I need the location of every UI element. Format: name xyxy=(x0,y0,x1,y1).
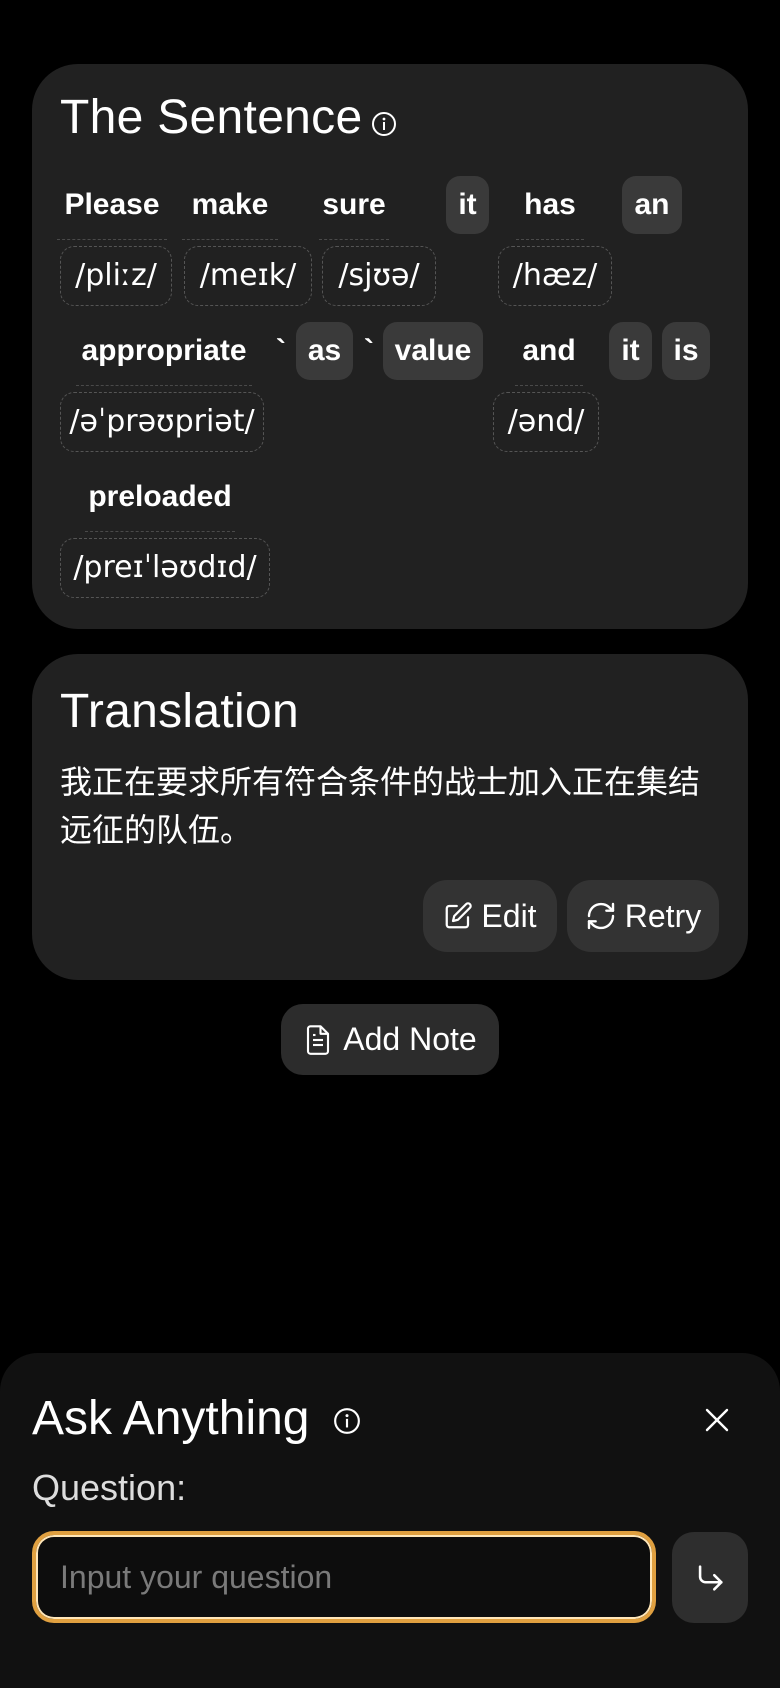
sentence-title: The Sentence xyxy=(60,90,362,145)
phonetic-and: /ənd/ xyxy=(493,392,599,452)
info-icon[interactable] xyxy=(371,111,397,137)
phonetic-make: /meɪk/ xyxy=(184,246,312,306)
word-it[interactable]: it xyxy=(446,176,489,234)
sentence-card: The Sentence Please make sure it has an … xyxy=(32,64,748,629)
retry-button[interactable]: Retry xyxy=(567,880,719,952)
translation-title: Translation xyxy=(60,684,299,739)
word-preloaded[interactable]: preloaded xyxy=(88,468,232,526)
word-it-2[interactable]: it xyxy=(609,322,652,380)
translation-text: 我正在要求所有符合条件的战士加入正在集结远征的队伍。 xyxy=(60,758,720,854)
close-icon[interactable] xyxy=(702,1405,732,1435)
word-value[interactable]: value xyxy=(383,322,483,380)
add-note-label: Add Note xyxy=(343,1021,476,1058)
add-note-button[interactable]: Add Note xyxy=(281,1004,499,1075)
phonetic-has: /hæz/ xyxy=(498,246,612,306)
ask-title: Ask Anything xyxy=(32,1391,310,1446)
edit-label: Edit xyxy=(481,898,536,935)
word-has[interactable]: has xyxy=(520,176,580,234)
ask-sheet: Ask Anything Question: xyxy=(0,1353,780,1688)
question-label: Question: xyxy=(32,1467,186,1509)
retry-label: Retry xyxy=(625,898,701,935)
word-an[interactable]: an xyxy=(622,176,682,234)
word-and[interactable]: and xyxy=(515,322,583,380)
translation-card: Translation 我正在要求所有符合条件的战士加入正在集结远征的队伍。 E… xyxy=(32,654,748,980)
word-appropriate[interactable]: appropriate xyxy=(76,322,252,380)
word-please[interactable]: Please xyxy=(60,176,164,234)
send-button[interactable] xyxy=(672,1532,748,1623)
word-make[interactable]: make xyxy=(182,176,278,234)
edit-button[interactable]: Edit xyxy=(423,880,557,952)
backtick-open: ` xyxy=(276,322,286,380)
phonetic-appropriate: /əˈprəʊpriət/ xyxy=(60,392,264,452)
phonetic-preloaded: /preɪˈləʊdɪd/ xyxy=(60,538,270,598)
word-sure[interactable]: sure xyxy=(315,176,393,234)
phonetic-sure: /sjʊə/ xyxy=(322,246,436,306)
refresh-icon xyxy=(585,900,617,932)
document-icon xyxy=(303,1023,333,1057)
word-as[interactable]: as xyxy=(296,322,353,380)
backtick-close: ` xyxy=(364,322,374,380)
info-icon[interactable] xyxy=(333,1407,361,1435)
edit-icon xyxy=(443,901,473,931)
corner-down-right-icon xyxy=(693,1561,727,1595)
phonetic-please: /pliːz/ xyxy=(60,246,172,306)
question-input[interactable] xyxy=(32,1531,656,1623)
word-is[interactable]: is xyxy=(662,322,710,380)
